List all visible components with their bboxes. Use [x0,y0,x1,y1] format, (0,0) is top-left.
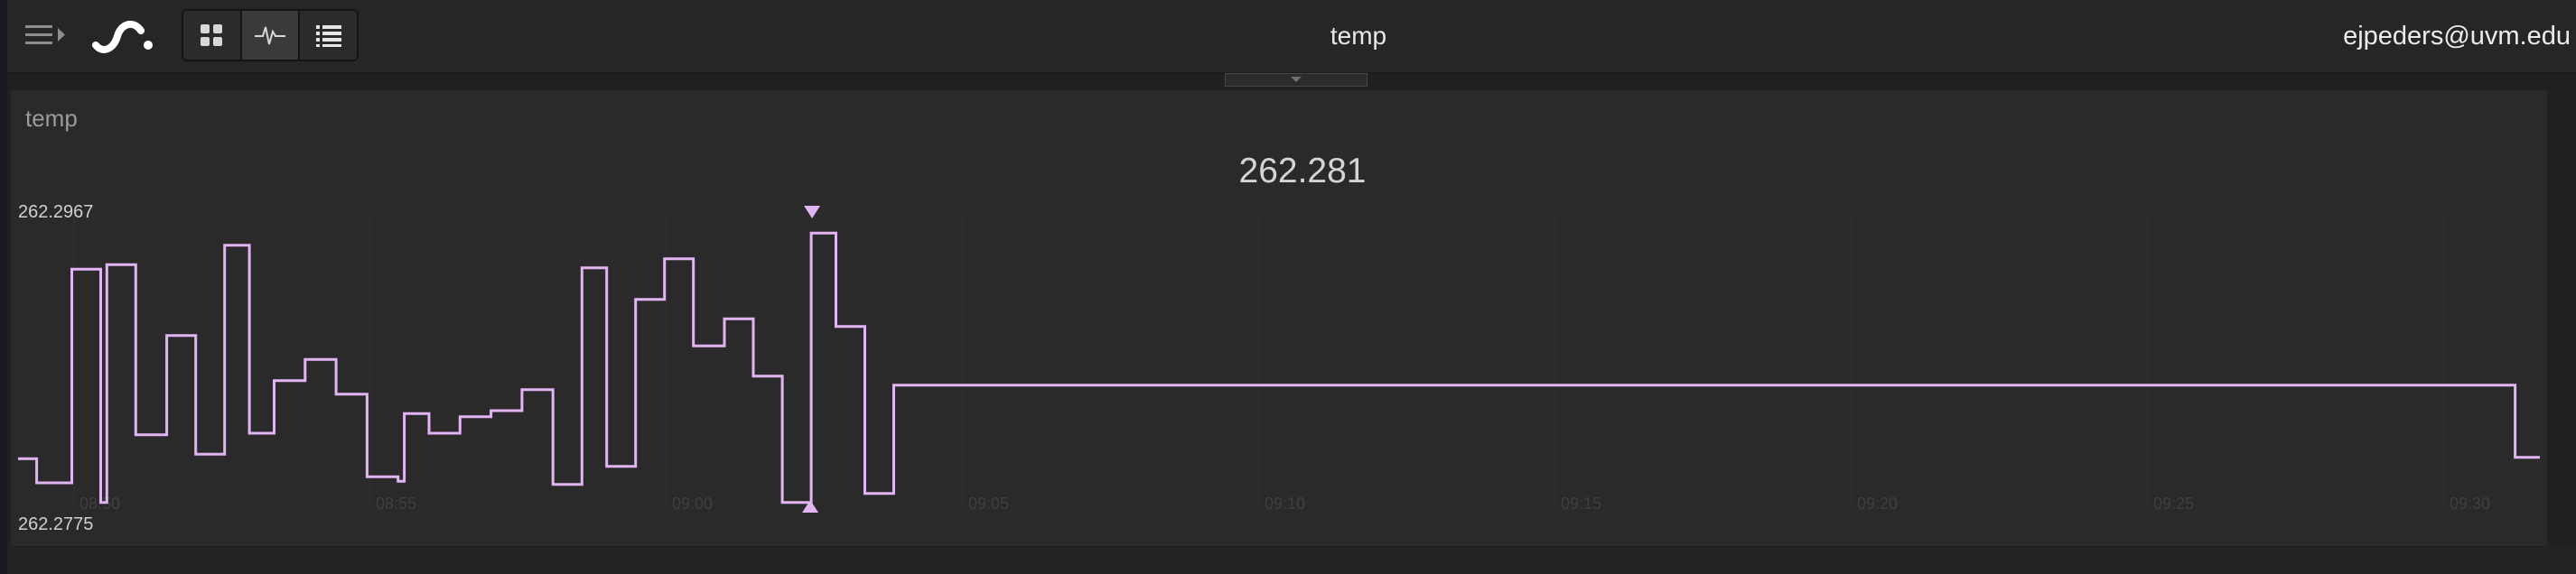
sensor-panel: temp 262.281 08:50 08:55 09:00 09:05 09:10 09… [11,90,2547,546]
view-waveform-button[interactable] [241,11,301,60]
user-email[interactable]: ejpeders@uvm.edu [2343,18,2571,54]
series-line [18,231,2540,505]
max-marker [804,206,821,218]
x-tick-label: 09:00 [672,495,713,513]
waveform-icon [255,26,285,45]
x-axis-ticks: 08:50 08:55 09:00 09:05 09:10 09:15 09:20 09:25… [79,495,2490,513]
x-tick-label: 09:10 [1265,495,1305,513]
view-list-button[interactable] [300,11,357,60]
grid-icon [201,24,223,46]
temp-chart: 08:50 08:55 09:00 09:05 09:10 09:15 09:20 09:25… [18,202,2540,534]
x-tick-label: 09:25 [2153,495,2194,513]
menu-toggle-button[interactable] [25,20,72,51]
x-tick-label: 09:15 [1561,495,1601,513]
x-tick-label: 08:55 [376,495,416,513]
view-mode-switcher [182,9,359,61]
x-tick-label: 09:30 [2450,495,2490,513]
view-grid-button[interactable] [183,11,242,60]
y-max-label: 262.2967 [18,202,93,222]
bottom-strip [7,547,2576,574]
x-tick-label: 09:20 [1857,495,1898,513]
y-min-label: 262.2775 [18,514,93,534]
x-tick-label: 09:05 [968,495,1009,513]
left-edge [0,0,7,574]
page-title: temp [1330,22,1387,50]
list-icon [315,25,341,47]
app-logo [92,20,153,53]
collapse-handle[interactable] [1225,73,1367,87]
chart-grid [73,217,2445,505]
menu-icon [25,25,65,44]
chevron-down-icon [1291,77,1302,82]
top-bar: temp ejpeders@uvm.edu [7,0,2576,74]
